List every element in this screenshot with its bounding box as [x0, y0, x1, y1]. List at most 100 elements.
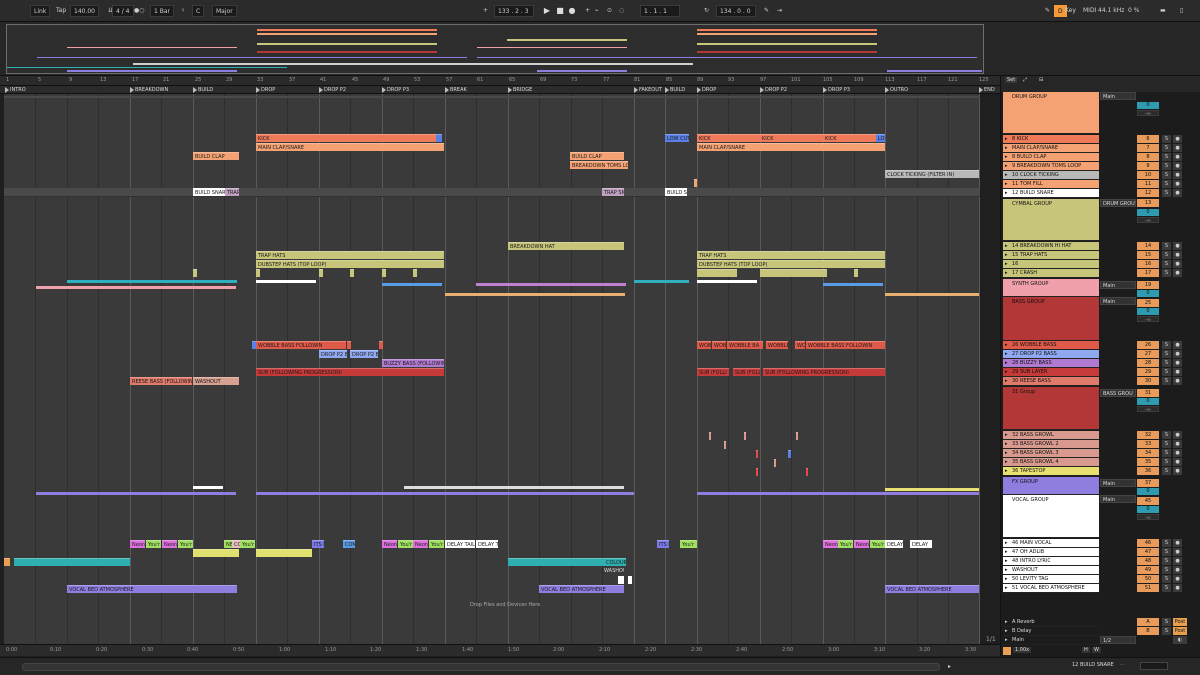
locator-build[interactable]: BUILD	[193, 86, 213, 94]
arm-icon[interactable]: ●	[1173, 539, 1182, 547]
track-activator[interactable]: 31	[1137, 389, 1159, 397]
arm-icon[interactable]: ●	[1173, 458, 1182, 466]
track-activator[interactable]: 30	[1137, 377, 1159, 385]
clip-sub[interactable]: SUB (FOLL	[733, 368, 760, 376]
track-activator[interactable]: 25	[1137, 299, 1159, 307]
clip-main-vocal[interactable]: You'r	[240, 540, 255, 548]
post-button[interactable]: Post	[1173, 618, 1187, 626]
overview-viewport[interactable]	[6, 24, 984, 74]
clip-crash[interactable]	[413, 269, 417, 277]
track-activator[interactable]: 27	[1137, 350, 1159, 358]
track-cymbal-group[interactable]: CYMBAL GROUP	[1003, 199, 1099, 241]
tap-button[interactable]: Tap	[56, 5, 66, 17]
track-kick[interactable]: 8 KICK	[1003, 135, 1099, 144]
main-icon[interactable]: ◐	[1173, 636, 1187, 644]
locator-break[interactable]: BREAK	[445, 86, 467, 94]
arm-icon[interactable]: ●	[1173, 144, 1182, 152]
clip-intro-lyric-group[interactable]	[508, 558, 604, 566]
clip-main-vocal[interactable]: Neon	[162, 540, 177, 548]
midi-map-label[interactable]: MIDI	[1083, 5, 1096, 17]
clip-reese-bass[interactable]: REESE BASS (FOLLOWING	[130, 377, 192, 385]
track-oh-adlib[interactable]: 47 OH ADLIB	[1003, 548, 1099, 557]
clip-wobble-hit[interactable]	[379, 341, 383, 349]
track-tom-fill[interactable]: 11 TOM FILL	[1003, 180, 1099, 189]
solo-button[interactable]: S	[1162, 269, 1171, 277]
tempo-field[interactable]: 140.00	[70, 5, 99, 17]
clip-main-vocal[interactable]: Neon	[854, 540, 869, 548]
arm-icon[interactable]: ●	[1173, 171, 1182, 179]
return-track-reverb[interactable]: A Reverb	[1003, 618, 1099, 627]
locator-drop-2[interactable]: DROP	[697, 86, 716, 94]
expand-icon[interactable]: ⤢	[1023, 77, 1027, 83]
clip-delay-tail[interactable]: DELAY TAIL	[445, 540, 475, 548]
arm-icon[interactable]: ●	[1173, 359, 1182, 367]
synth-clip[interactable]	[885, 293, 979, 296]
clip-colour[interactable]: COLOUR	[604, 558, 626, 566]
clip-wobble-bass[interactable]: WOBB	[697, 341, 711, 349]
synth-clip[interactable]	[476, 283, 626, 286]
track-activator[interactable]: 12	[1137, 189, 1159, 197]
clip-main-vocal[interactable]: COM	[343, 540, 355, 548]
clip-breakdown-toms[interactable]: BREAKDOWN TOMS LOO	[570, 161, 628, 169]
bass-volume[interactable]: 0	[1137, 308, 1159, 315]
track-activator[interactable]: 7	[1137, 144, 1159, 152]
solo-button[interactable]: S	[1162, 627, 1171, 635]
clip-sub[interactable]: SUB (FOLLOWING PROGRESSION)	[256, 368, 444, 376]
track-16[interactable]: 16	[1003, 260, 1099, 269]
loop-start-field[interactable]: 1 . 1 . 1	[640, 5, 680, 17]
clip-crash[interactable]	[193, 269, 197, 277]
track-activator[interactable]: 29	[1137, 368, 1159, 376]
stop-icon[interactable]: ■	[554, 5, 566, 17]
loop-toggle-icon[interactable]: ↻	[704, 5, 709, 17]
track-breakdown-toms[interactable]: 9 BREAKDOWN TOMS LOOP	[1003, 162, 1099, 171]
track-activator[interactable]: 49	[1137, 566, 1159, 574]
follow-icon[interactable]: +	[483, 5, 488, 17]
track-intro-lyric[interactable]: 48 INTRO LYRIC	[1003, 557, 1099, 566]
track-activator[interactable]: 34	[1137, 449, 1159, 457]
clip-build-snare[interactable]: BUILD SN	[665, 188, 687, 196]
quantize-select[interactable]: 1 Bar	[150, 5, 174, 17]
track-levity-tag[interactable]: 50 LEVITY TAG	[1003, 575, 1099, 584]
synth-clip[interactable]	[382, 283, 442, 286]
locator-fakeout[interactable]: FAKEOUT	[634, 86, 662, 94]
time-ruler[interactable]: 0:00 0:10 0:20 0:30 0:40 0:50 1:00 1:10 …	[0, 644, 1000, 656]
clip-growl[interactable]	[709, 432, 711, 440]
track-main-clap[interactable]: MAIN CLAP/SNARE	[1003, 144, 1099, 153]
clip-kick[interactable]: KICK	[760, 134, 823, 142]
arm-icon[interactable]: ●	[1173, 431, 1182, 439]
metronome-icon[interactable]: ●○	[134, 5, 144, 17]
post-button[interactable]: Post	[1173, 627, 1187, 635]
clip-build-clap[interactable]: BUILD CLAP	[193, 152, 239, 160]
track-sub-layer[interactable]: 29 SUB LAYER	[1003, 368, 1099, 377]
track-activator[interactable]: 11	[1137, 180, 1159, 188]
fx-clip[interactable]	[36, 492, 236, 495]
track-bass-growl[interactable]: 32 BASS GROWL	[1003, 431, 1099, 440]
automation-arm-icon[interactable]: ⌁	[595, 5, 599, 17]
clip-drop-p2-bass[interactable]: DROP P2 B	[350, 350, 378, 358]
solo-button[interactable]: S	[1162, 260, 1171, 268]
clip-wobble-bass[interactable]: WOBBLE BA	[727, 341, 763, 349]
track-vocal-bed[interactable]: 51 VOCAL BED ATMOSPHERE	[1003, 584, 1099, 593]
arm-icon[interactable]: ●	[1173, 350, 1182, 358]
clip-main-vocal[interactable]: You'r	[178, 540, 193, 548]
track-main-vocal[interactable]: 46 MAIN VOCAL	[1003, 539, 1099, 548]
clip-trap-snare[interactable]: TRAP SN	[602, 188, 624, 196]
solo-button[interactable]: S	[1162, 162, 1171, 170]
solo-button[interactable]: S	[1162, 539, 1171, 547]
clip-buzzy-bass[interactable]: BUZZY BASS (FOLLOWING	[382, 359, 444, 367]
track-31-group[interactable]: 31 Group	[1003, 387, 1099, 430]
solo-button[interactable]: S	[1162, 449, 1171, 457]
solo-button[interactable]: S	[1162, 377, 1171, 385]
loop-length-field[interactable]: 134 . 0 . 0	[716, 5, 756, 17]
clip-crash[interactable]	[854, 269, 858, 277]
locator-breakdown[interactable]: BREAKDOWN	[130, 86, 168, 94]
return-track-delay[interactable]: B Delay	[1003, 627, 1099, 636]
track-activator[interactable]: 35	[1137, 458, 1159, 466]
synth-volume[interactable]: 0	[1137, 290, 1159, 297]
synth-clip[interactable]	[36, 286, 236, 289]
arm-icon[interactable]: ●	[1173, 242, 1182, 250]
track-activator[interactable]: 46	[1137, 539, 1159, 547]
cymbal-group-route[interactable]: DRUM GROU	[1100, 199, 1136, 207]
track-fx-group[interactable]: FX GROUP	[1003, 477, 1099, 495]
session-record-icon[interactable]: ◌	[619, 5, 624, 17]
